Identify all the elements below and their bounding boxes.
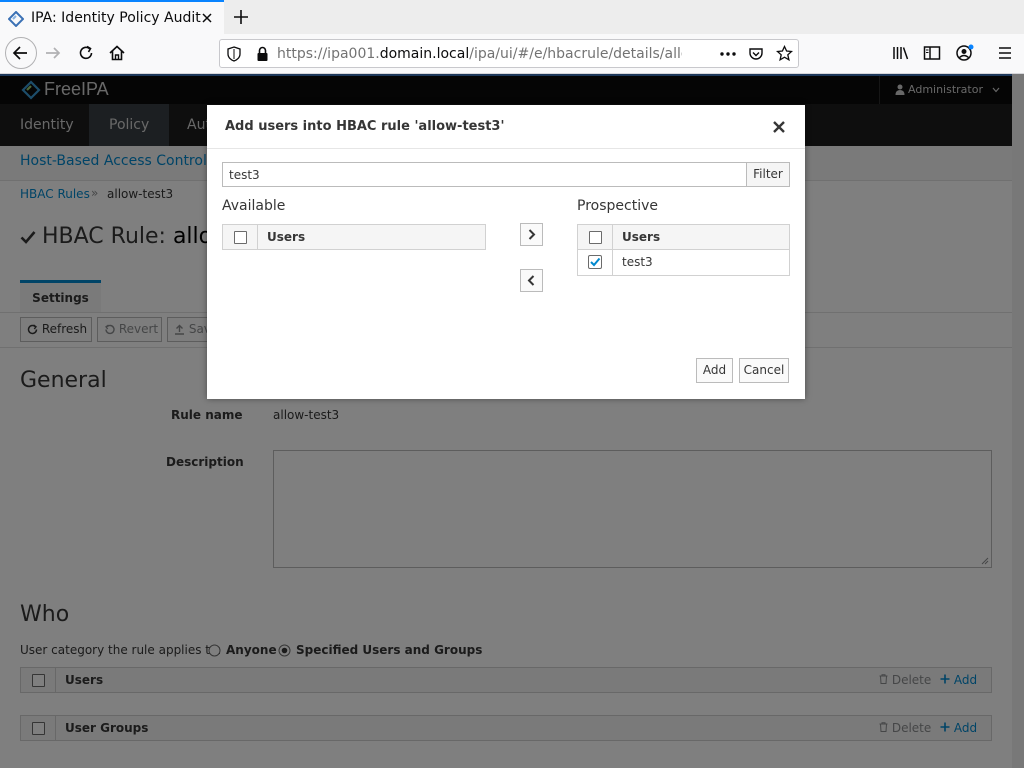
url-bar[interactable]: https://ipa001.domain.local/ipa/ui/#/e/h…: [219, 39, 799, 68]
chevron-left-icon: [527, 275, 535, 286]
available-heading: Available: [222, 198, 286, 214]
dialog-cancel-button[interactable]: Cancel: [739, 358, 789, 383]
column-divider: [257, 225, 258, 249]
pocket-icon[interactable]: [748, 46, 764, 62]
back-button[interactable]: [5, 37, 37, 69]
library-icon[interactable]: [892, 44, 910, 62]
available-select-all-checkbox[interactable]: [234, 231, 247, 244]
home-icon[interactable]: [108, 44, 126, 62]
column-divider: [612, 225, 613, 249]
new-tab-icon[interactable]: [232, 8, 250, 26]
favicon-icon: [8, 11, 24, 27]
prospective-select-all-checkbox[interactable]: [589, 231, 602, 244]
browser-tab[interactable]: IPA: Identity Policy Audit: [0, 0, 224, 34]
lock-icon[interactable]: [256, 46, 269, 62]
dialog-header: Add users into HBAC rule 'allow-test3': [207, 105, 805, 149]
prospective-users-column: Users: [622, 230, 661, 244]
row-user-name: test3: [622, 255, 653, 269]
bookmark-star-icon[interactable]: [776, 45, 793, 62]
browser-tab-title: IPA: Identity Policy Audit: [31, 10, 201, 26]
hamburger-menu-icon[interactable]: [996, 44, 1014, 62]
move-right-button[interactable]: [520, 223, 543, 246]
url-domain: domain.local: [379, 46, 470, 62]
close-icon[interactable]: [772, 120, 786, 134]
filter-button[interactable]: Filter: [746, 162, 790, 187]
filter-input[interactable]: [222, 162, 747, 187]
chevron-right-icon: [528, 229, 536, 240]
add-users-dialog: Add users into HBAC rule 'allow-test3' F…: [207, 105, 805, 399]
browser-tab-strip: IPA: Identity Policy Audit: [0, 0, 1024, 34]
tracking-protection-icon[interactable]: [227, 46, 241, 62]
available-users-column: Users: [267, 230, 306, 244]
url-scheme: https://ipa001.: [277, 46, 380, 62]
account-icon[interactable]: [955, 44, 975, 62]
close-tab-icon[interactable]: [200, 11, 214, 25]
forward-icon[interactable]: [44, 44, 62, 62]
available-table-header: Users: [222, 224, 486, 250]
url-path: /ipa/ui/#/e/hbacrule/details/allow: [469, 46, 682, 62]
dialog-title: Add users into HBAC rule 'allow-test3': [225, 119, 505, 134]
move-left-button[interactable]: [520, 269, 543, 292]
reload-icon[interactable]: [77, 44, 95, 62]
url-text[interactable]: https://ipa001.domain.local/ipa/ui/#/e/h…: [277, 40, 682, 67]
prospective-table-header: Users: [577, 224, 790, 250]
column-divider: [612, 250, 613, 275]
table-row[interactable]: test3: [577, 250, 790, 276]
prospective-heading: Prospective: [577, 198, 658, 214]
row-checkbox-checked[interactable]: [588, 255, 602, 269]
sidebar-icon[interactable]: [923, 44, 941, 62]
page-actions-icon[interactable]: [718, 46, 738, 62]
dialog-add-button[interactable]: Add: [696, 358, 733, 383]
